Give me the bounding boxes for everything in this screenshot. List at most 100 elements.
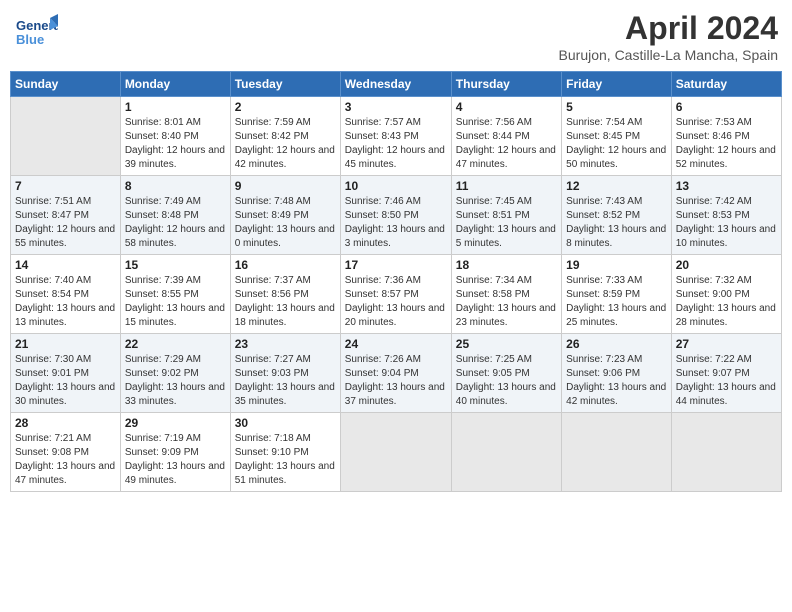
cell-info: Sunrise: 7:29 AMSunset: 9:02 PMDaylight:…: [125, 353, 226, 409]
calendar-cell: 6 Sunrise: 7:53 AMSunset: 8:46 PMDaylight…: [671, 97, 781, 176]
calendar-cell: 23 Sunrise: 7:27 AMSunset: 9:03 PMDayligh…: [230, 334, 340, 413]
calendar-cell: [562, 413, 672, 492]
day-number: 12: [566, 179, 667, 193]
calendar-cell: 21 Sunrise: 7:30 AMSunset: 9:01 PMDayligh…: [11, 334, 121, 413]
day-number: 5: [566, 100, 667, 114]
cell-info: Sunrise: 7:36 AMSunset: 8:57 PMDaylight:…: [345, 274, 447, 330]
calendar-cell: 29 Sunrise: 7:19 AMSunset: 9:09 PMDayligh…: [120, 413, 230, 492]
col-header-monday: Monday: [120, 72, 230, 97]
svg-text:Blue: Blue: [16, 32, 44, 47]
col-header-friday: Friday: [562, 72, 672, 97]
cell-info: Sunrise: 7:59 AMSunset: 8:42 PMDaylight:…: [235, 116, 336, 172]
day-number: 3: [345, 100, 447, 114]
day-number: 28: [15, 416, 116, 430]
day-number: 27: [676, 337, 777, 351]
day-number: 21: [15, 337, 116, 351]
day-number: 15: [125, 258, 226, 272]
day-number: 9: [235, 179, 336, 193]
cell-info: Sunrise: 7:19 AMSunset: 9:09 PMDaylight:…: [125, 432, 226, 488]
calendar-cell: 20 Sunrise: 7:32 AMSunset: 9:00 PMDayligh…: [671, 255, 781, 334]
day-number: 23: [235, 337, 336, 351]
col-header-wednesday: Wednesday: [340, 72, 451, 97]
day-number: 25: [456, 337, 557, 351]
cell-info: Sunrise: 7:45 AMSunset: 8:51 PMDaylight:…: [456, 195, 557, 251]
calendar-cell: [340, 413, 451, 492]
calendar-cell: 7 Sunrise: 7:51 AMSunset: 8:47 PMDaylight…: [11, 176, 121, 255]
calendar-cell: 17 Sunrise: 7:36 AMSunset: 8:57 PMDayligh…: [340, 255, 451, 334]
logo: General Blue: [14, 10, 60, 54]
day-number: 19: [566, 258, 667, 272]
cell-info: Sunrise: 7:23 AMSunset: 9:06 PMDaylight:…: [566, 353, 667, 409]
day-number: 13: [676, 179, 777, 193]
col-header-sunday: Sunday: [11, 72, 121, 97]
cell-info: Sunrise: 7:51 AMSunset: 8:47 PMDaylight:…: [15, 195, 116, 251]
day-number: 18: [456, 258, 557, 272]
cell-info: Sunrise: 7:39 AMSunset: 8:55 PMDaylight:…: [125, 274, 226, 330]
day-number: 20: [676, 258, 777, 272]
calendar-cell: 8 Sunrise: 7:49 AMSunset: 8:48 PMDaylight…: [120, 176, 230, 255]
cell-info: Sunrise: 7:46 AMSunset: 8:50 PMDaylight:…: [345, 195, 447, 251]
calendar-cell: 2 Sunrise: 7:59 AMSunset: 8:42 PMDaylight…: [230, 97, 340, 176]
calendar-cell: 27 Sunrise: 7:22 AMSunset: 9:07 PMDayligh…: [671, 334, 781, 413]
calendar-cell: 19 Sunrise: 7:33 AMSunset: 8:59 PMDayligh…: [562, 255, 672, 334]
location: Burujon, Castille-La Mancha, Spain: [559, 47, 778, 63]
day-number: 16: [235, 258, 336, 272]
day-number: 1: [125, 100, 226, 114]
day-number: 11: [456, 179, 557, 193]
month-title: April 2024: [559, 10, 778, 47]
day-number: 24: [345, 337, 447, 351]
logo-icon: General Blue: [14, 10, 58, 54]
page-header: General Blue April 2024 Burujon, Castill…: [10, 10, 782, 63]
day-number: 7: [15, 179, 116, 193]
day-number: 17: [345, 258, 447, 272]
cell-info: Sunrise: 7:22 AMSunset: 9:07 PMDaylight:…: [676, 353, 777, 409]
calendar-cell: 26Sunrise: 7:23 AMSunset: 9:06 PMDayligh…: [562, 334, 672, 413]
calendar-cell: 4Sunrise: 7:56 AMSunset: 8:44 PMDaylight…: [451, 97, 561, 176]
calendar-cell: 15 Sunrise: 7:39 AMSunset: 8:55 PMDayligh…: [120, 255, 230, 334]
cell-info: Sunrise: 7:43 AMSunset: 8:52 PMDaylight:…: [566, 195, 667, 251]
cell-info: Sunrise: 7:32 AMSunset: 9:00 PMDaylight:…: [676, 274, 777, 330]
cell-info: Sunrise: 7:27 AMSunset: 9:03 PMDaylight:…: [235, 353, 336, 409]
cell-info: Sunrise: 7:53 AMSunset: 8:46 PMDaylight:…: [676, 116, 777, 172]
calendar-cell: 22 Sunrise: 7:29 AMSunset: 9:02 PMDayligh…: [120, 334, 230, 413]
cell-info: Sunrise: 7:21 AMSunset: 9:08 PMDaylight:…: [15, 432, 116, 488]
calendar-cell: 13Sunrise: 7:42 AMSunset: 8:53 PMDayligh…: [671, 176, 781, 255]
calendar-cell: 9 Sunrise: 7:48 AMSunset: 8:49 PMDaylight…: [230, 176, 340, 255]
calendar-cell: 25 Sunrise: 7:25 AMSunset: 9:05 PMDayligh…: [451, 334, 561, 413]
calendar-cell: 5 Sunrise: 7:54 AMSunset: 8:45 PMDaylight…: [562, 97, 672, 176]
calendar-cell: 28 Sunrise: 7:21 AMSunset: 9:08 PMDayligh…: [11, 413, 121, 492]
calendar-cell: [671, 413, 781, 492]
cell-info: Sunrise: 7:49 AMSunset: 8:48 PMDaylight:…: [125, 195, 226, 251]
calendar-cell: 14 Sunrise: 7:40 AMSunset: 8:54 PMDayligh…: [11, 255, 121, 334]
day-number: 2: [235, 100, 336, 114]
cell-info: Sunrise: 7:48 AMSunset: 8:49 PMDaylight:…: [235, 195, 336, 251]
calendar-cell: 10Sunrise: 7:46 AMSunset: 8:50 PMDayligh…: [340, 176, 451, 255]
cell-info: Sunrise: 7:40 AMSunset: 8:54 PMDaylight:…: [15, 274, 116, 330]
day-number: 30: [235, 416, 336, 430]
cell-info: Sunrise: 7:54 AMSunset: 8:45 PMDaylight:…: [566, 116, 667, 172]
calendar-cell: [11, 97, 121, 176]
col-header-thursday: Thursday: [451, 72, 561, 97]
calendar-cell: 11 Sunrise: 7:45 AMSunset: 8:51 PMDayligh…: [451, 176, 561, 255]
day-number: 29: [125, 416, 226, 430]
title-block: April 2024 Burujon, Castille-La Mancha, …: [559, 10, 778, 63]
cell-info: Sunrise: 7:56 AMSunset: 8:44 PMDaylight:…: [456, 116, 557, 172]
day-number: 14: [15, 258, 116, 272]
day-number: 6: [676, 100, 777, 114]
cell-info: Sunrise: 7:33 AMSunset: 8:59 PMDaylight:…: [566, 274, 667, 330]
day-number: 22: [125, 337, 226, 351]
calendar-cell: 16 Sunrise: 7:37 AMSunset: 8:56 PMDayligh…: [230, 255, 340, 334]
col-header-tuesday: Tuesday: [230, 72, 340, 97]
calendar-cell: 30 Sunrise: 7:18 AMSunset: 9:10 PMDayligh…: [230, 413, 340, 492]
cell-info: Sunrise: 7:18 AMSunset: 9:10 PMDaylight:…: [235, 432, 336, 488]
cell-info: Sunrise: 7:25 AMSunset: 9:05 PMDaylight:…: [456, 353, 557, 409]
cell-info: Sunrise: 7:30 AMSunset: 9:01 PMDaylight:…: [15, 353, 116, 409]
calendar-cell: 3Sunrise: 7:57 AMSunset: 8:43 PMDaylight…: [340, 97, 451, 176]
col-header-saturday: Saturday: [671, 72, 781, 97]
cell-info: Sunrise: 7:37 AMSunset: 8:56 PMDaylight:…: [235, 274, 336, 330]
cell-info: Sunrise: 7:34 AMSunset: 8:58 PMDaylight:…: [456, 274, 557, 330]
calendar-cell: 24Sunrise: 7:26 AMSunset: 9:04 PMDayligh…: [340, 334, 451, 413]
day-number: 8: [125, 179, 226, 193]
calendar-table: SundayMondayTuesdayWednesdayThursdayFrid…: [10, 71, 782, 492]
calendar-cell: 12 Sunrise: 7:43 AMSunset: 8:52 PMDayligh…: [562, 176, 672, 255]
